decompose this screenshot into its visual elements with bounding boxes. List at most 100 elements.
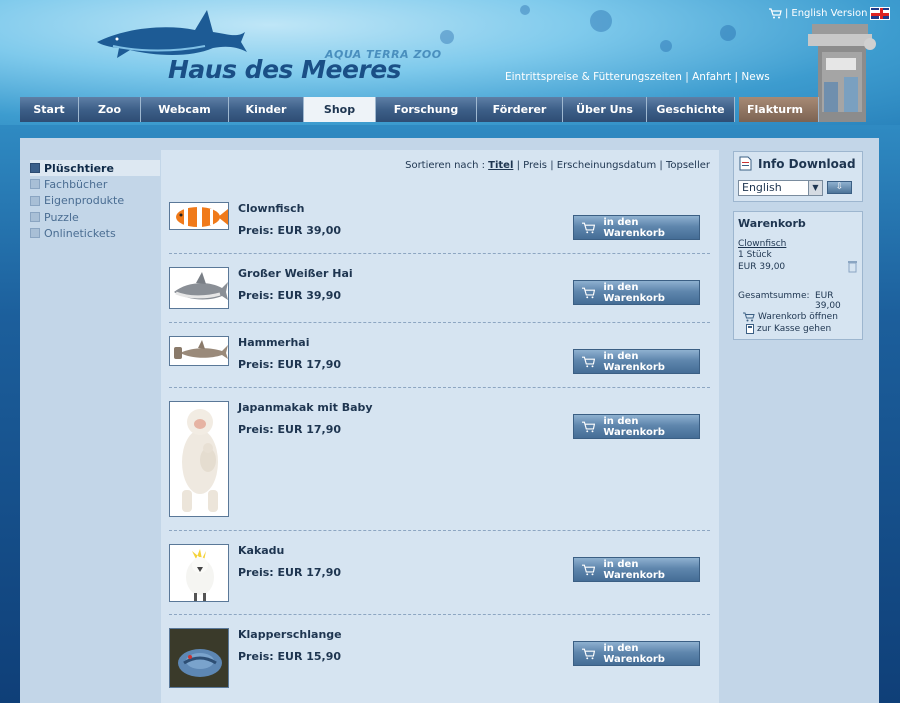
nav-flakturm[interactable]: Flakturm	[739, 97, 819, 122]
hammerhead-thumbnail[interactable]	[169, 336, 229, 366]
nav-zoo[interactable]: Zoo	[79, 97, 141, 122]
top-link-directions[interactable]: Anfahrt	[692, 71, 731, 83]
product-price: Preis: EUR 17,90	[238, 566, 342, 579]
nav-webcam[interactable]: Webcam	[141, 97, 229, 122]
category-sidebar: Plüschtiere Fachbücher Eigenprodukte Puz…	[30, 160, 160, 241]
sort-bar: Sortieren nach : Titel | Preis | Erschei…	[405, 160, 710, 171]
sidebar-item-plueschtiere[interactable]: Plüschtiere	[30, 160, 160, 177]
macaque-thumbnail[interactable]	[169, 401, 229, 517]
chevron-down-icon[interactable]: ▼	[808, 181, 822, 195]
top-link-news[interactable]: News	[741, 71, 769, 83]
sidebar-item-label[interactable]: Onlinetickets	[44, 227, 116, 240]
product-price: Preis: EUR 39,00	[238, 224, 342, 237]
cart-summary-box: Warenkorb Clownfisch 1 Stück EUR 39,00 G…	[733, 211, 863, 340]
sidebar-item-onlinetickets[interactable]: Onlinetickets	[30, 225, 160, 241]
logo-title[interactable]: Haus des Meeres	[168, 55, 402, 84]
sort-option-titel[interactable]: Titel	[488, 160, 513, 171]
product-price: Preis: EUR 17,90	[238, 423, 342, 436]
separator: |	[785, 8, 789, 19]
sidebar-item-puzzle[interactable]: Puzzle	[30, 209, 160, 225]
product-name[interactable]: Clownfisch	[238, 202, 304, 215]
product-row: Klapperschlange Preis: EUR 15,90 in den …	[169, 628, 710, 703]
sidebar-item-label[interactable]: Eigenprodukte	[44, 194, 124, 207]
cart-item-price: EUR 39,00	[738, 262, 786, 272]
open-cart-link[interactable]: Warenkorb öffnen	[743, 312, 838, 322]
top-link-prices[interactable]: Eintrittspreise & Fütterungszeiten	[505, 71, 682, 83]
bullet-square-icon	[30, 228, 40, 239]
english-version-label[interactable]: English Version	[791, 8, 867, 19]
add-to-cart-label: in den Warenkorb	[603, 642, 665, 665]
product-name[interactable]: Hammerhai	[238, 336, 309, 349]
product-price: Preis: EUR 15,90	[238, 650, 342, 663]
product-row: Hammerhai Preis: EUR 17,90 in den Warenk…	[169, 336, 710, 388]
add-to-cart-button[interactable]: in den Warenkorb	[573, 280, 700, 305]
uk-flag-icon[interactable]	[870, 7, 891, 20]
add-to-cart-label: in den Warenkorb	[603, 350, 665, 373]
sidebar-item-label[interactable]: Fachbücher	[44, 178, 107, 191]
add-to-cart-button[interactable]: in den Warenkorb	[573, 349, 700, 374]
nav-kinder[interactable]: Kinder	[229, 97, 304, 122]
sidebar-item-label[interactable]: Plüschtiere	[44, 162, 114, 175]
cart-icon	[743, 312, 755, 322]
trash-icon[interactable]	[847, 260, 858, 273]
open-cart-label[interactable]: Warenkorb öffnen	[758, 312, 838, 322]
bubble-decoration	[720, 25, 736, 41]
sidebar-item-label[interactable]: Puzzle	[44, 211, 79, 224]
cart-item-name[interactable]: Clownfisch	[738, 239, 786, 249]
checkout-label[interactable]: zur Kasse gehen	[757, 324, 831, 334]
cart-total-label: Gesamtsumme:	[738, 291, 810, 301]
product-row: Kakadu Preis: EUR 17,90 in den Warenkorb	[169, 544, 710, 615]
product-name[interactable]: Großer Weißer Hai	[238, 267, 353, 280]
add-to-cart-label: in den Warenkorb	[603, 415, 665, 438]
bullet-square-icon	[30, 212, 40, 223]
add-to-cart-label: in den Warenkorb	[603, 281, 665, 304]
add-to-cart-button[interactable]: in den Warenkorb	[573, 641, 700, 666]
product-row: Großer Weißer Hai Preis: EUR 39,90 in de…	[169, 267, 710, 323]
nav-geschichte[interactable]: Geschichte	[647, 97, 735, 122]
add-to-cart-button[interactable]: in den Warenkorb	[573, 414, 700, 439]
nav-start[interactable]: Start	[20, 97, 79, 122]
checkout-link[interactable]: zur Kasse gehen	[746, 324, 831, 334]
cart-icon	[582, 564, 596, 575]
cart-icon	[582, 648, 596, 659]
product-row: Clownfisch Preis: EUR 39,00 in den Waren…	[169, 202, 710, 254]
bullet-square-icon	[30, 195, 40, 206]
sort-option-topseller[interactable]: Topseller	[666, 160, 710, 171]
nav-ueber-uns[interactable]: Über Uns	[563, 97, 647, 122]
sidebar-item-fachbuecher[interactable]: Fachbücher	[30, 176, 160, 192]
cart-icon	[582, 222, 596, 233]
language-select[interactable]: English ▼	[738, 180, 823, 196]
nav-shop[interactable]: Shop	[304, 97, 376, 122]
product-name[interactable]: Japanmakak mit Baby	[238, 401, 373, 414]
add-to-cart-button[interactable]: in den Warenkorb	[573, 215, 700, 240]
shark-thumbnail[interactable]	[169, 267, 229, 309]
sort-label: Sortieren nach :	[405, 160, 485, 171]
info-download-title: Info Download	[734, 152, 862, 175]
cart-icon	[582, 356, 596, 367]
english-version-link[interactable]: | English Version	[769, 7, 891, 20]
product-name[interactable]: Kakadu	[238, 544, 284, 557]
add-to-cart-button[interactable]: in den Warenkorb	[573, 557, 700, 582]
snake-thumbnail[interactable]	[169, 628, 229, 688]
cart-icon	[769, 8, 782, 19]
nav-foerderer[interactable]: Förderer	[477, 97, 563, 122]
cart-icon	[582, 287, 596, 298]
clownfish-thumbnail[interactable]	[169, 202, 229, 230]
product-list-panel: Sortieren nach : Titel | Preis | Erschei…	[161, 150, 719, 703]
nav-forschung[interactable]: Forschung	[376, 97, 477, 122]
sort-option-preis[interactable]: Preis	[523, 160, 547, 171]
add-to-cart-label: in den Warenkorb	[603, 216, 665, 239]
bullet-square-icon	[30, 179, 40, 190]
product-name[interactable]: Klapperschlange	[238, 628, 342, 641]
sort-option-erscheinungsdatum[interactable]: Erscheinungsdatum	[557, 160, 656, 171]
sidebar-item-eigenprodukte[interactable]: Eigenprodukte	[30, 193, 160, 209]
bubble-decoration	[440, 30, 454, 44]
info-download-label: Info Download	[758, 156, 856, 171]
language-select-value: English	[742, 181, 782, 194]
product-price: Preis: EUR 17,90	[238, 358, 342, 371]
product-price: Preis: EUR 39,90	[238, 289, 342, 302]
cart-total-value: EUR 39,00	[815, 291, 841, 311]
download-button[interactable]: ⇩	[827, 181, 852, 194]
top-links: Eintrittspreise & Fütterungszeiten | Anf…	[505, 71, 770, 83]
cockatoo-thumbnail[interactable]	[169, 544, 229, 602]
